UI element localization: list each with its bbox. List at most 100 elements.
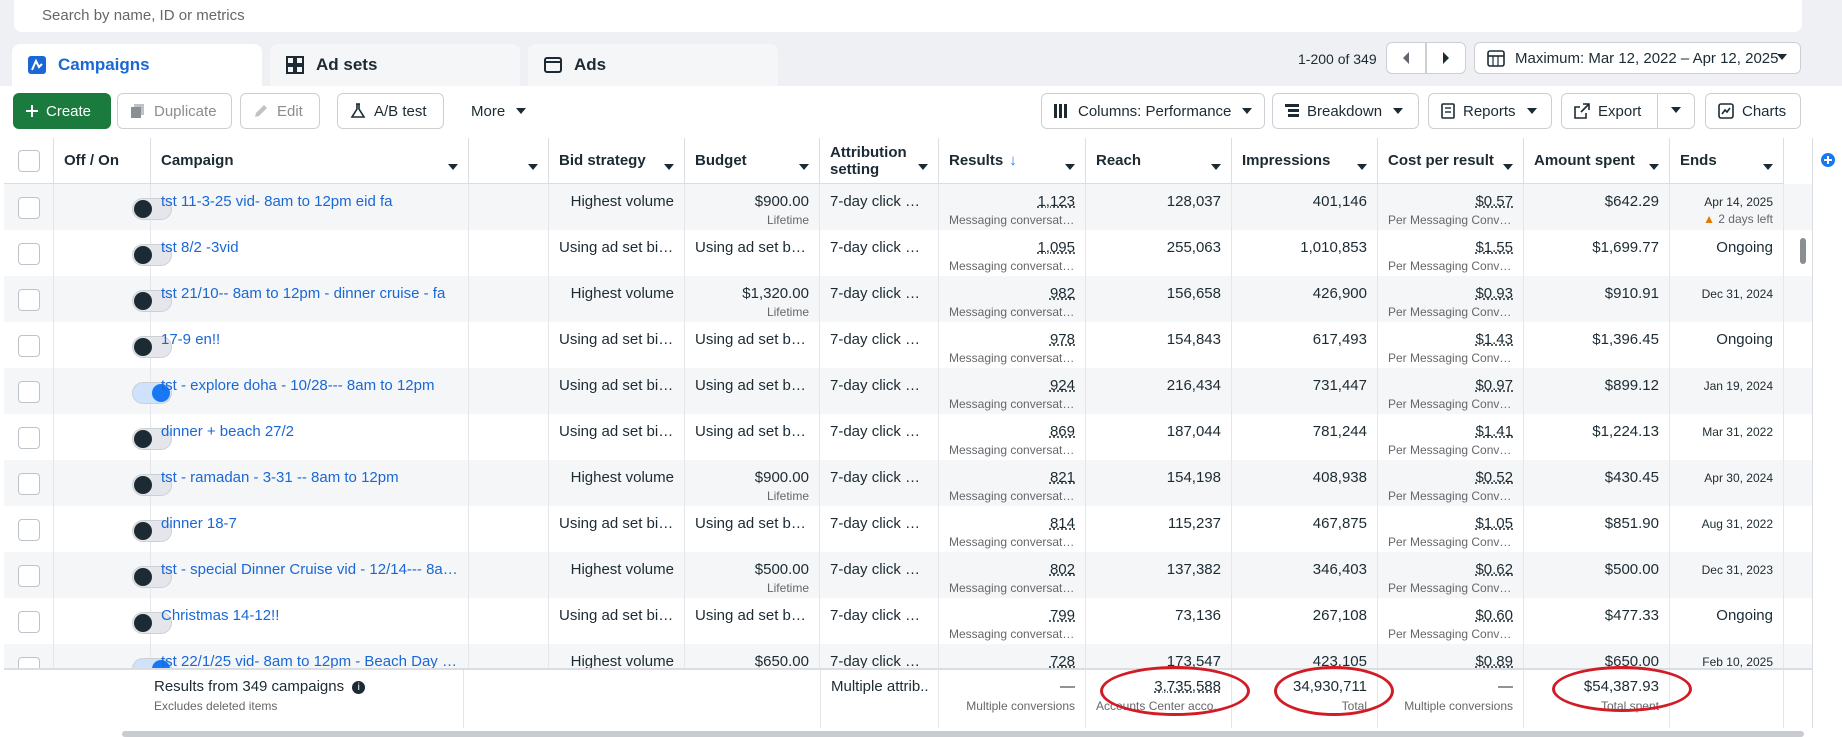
row-checkbox[interactable]: [18, 473, 40, 495]
table-row[interactable]: tst 21/10-- 8am to 12pm - dinner cruise …: [4, 276, 1812, 322]
campaign-name-link[interactable]: tst - explore doha - 10/28--- 8am to 12p…: [161, 377, 458, 394]
more-button[interactable]: More: [458, 93, 536, 129]
column-header-results[interactable]: Results ↓: [939, 138, 1086, 184]
column-header-impressions[interactable]: Impressions: [1232, 138, 1378, 184]
search-input[interactable]: Search by name, ID or metrics: [14, 0, 1802, 32]
table-row[interactable]: tst - special Dinner Cruise vid - 12/14-…: [4, 552, 1812, 598]
results-value[interactable]: 821: [949, 469, 1075, 486]
row-checkbox[interactable]: [18, 197, 40, 219]
row-checkbox[interactable]: [18, 611, 40, 633]
results-value[interactable]: 1,095: [949, 239, 1075, 256]
row-checkbox[interactable]: [18, 243, 40, 265]
campaign-name-link[interactable]: tst 8/2 -3vid: [161, 239, 458, 256]
results-value[interactable]: 924: [949, 377, 1075, 394]
cost-per-result-value[interactable]: $1.41: [1388, 423, 1513, 440]
column-header-attribution[interactable]: Attribution setting: [820, 138, 939, 184]
results-value[interactable]: 728: [949, 653, 1075, 668]
sort-caret-icon[interactable]: [528, 158, 538, 175]
results-value[interactable]: 814: [949, 515, 1075, 532]
table-row[interactable]: tst - ramadan - 3-31 -- 8am to 12pm Highe…: [4, 460, 1812, 506]
select-all-checkbox[interactable]: [18, 150, 40, 172]
prev-page-button[interactable]: [1386, 42, 1426, 74]
results-value[interactable]: 982: [949, 285, 1075, 302]
columns-button[interactable]: Columns: Performance: [1041, 93, 1265, 129]
table-row[interactable]: dinner + beach 27/2 Using ad set bid ... U…: [4, 414, 1812, 460]
cost-per-result-value[interactable]: $0.93: [1388, 285, 1513, 302]
next-page-button[interactable]: [1426, 42, 1466, 74]
column-header-bid-strategy[interactable]: Bid strategy: [549, 138, 685, 184]
column-header-campaign[interactable]: Campaign: [151, 138, 469, 184]
column-header-reach[interactable]: Reach: [1086, 138, 1232, 184]
sort-caret-icon[interactable]: [1065, 158, 1075, 175]
duplicate-button[interactable]: Duplicate: [117, 93, 232, 129]
column-header-amount-spent[interactable]: Amount spent: [1524, 138, 1670, 184]
results-value[interactable]: 1,123: [949, 193, 1075, 210]
results-value[interactable]: 978: [949, 331, 1075, 348]
export-button[interactable]: Export: [1561, 93, 1658, 129]
campaign-name-link[interactable]: tst - ramadan - 3-31 -- 8am to 12pm: [161, 469, 458, 486]
reports-button[interactable]: Reports: [1428, 93, 1552, 129]
table-row[interactable]: tst 8/2 -3vid Using ad set bid ... Using a…: [4, 230, 1812, 276]
cost-per-result-value[interactable]: $1.05: [1388, 515, 1513, 532]
row-checkbox[interactable]: [18, 519, 40, 541]
sort-caret-icon[interactable]: [1211, 158, 1221, 175]
column-header-cost-per-result[interactable]: Cost per result: [1378, 138, 1524, 184]
table-row[interactable]: tst - explore doha - 10/28--- 8am to 12p…: [4, 368, 1812, 414]
charts-button[interactable]: Charts: [1705, 93, 1801, 129]
sort-caret-icon[interactable]: [799, 158, 809, 175]
cost-per-result-value[interactable]: $0.60: [1388, 607, 1513, 624]
sort-caret-icon[interactable]: [448, 158, 458, 175]
ab-test-button[interactable]: A/B test: [337, 93, 444, 129]
row-checkbox[interactable]: [18, 335, 40, 357]
cost-per-result-value[interactable]: $0.52: [1388, 469, 1513, 486]
row-checkbox[interactable]: [18, 381, 40, 403]
column-header-check[interactable]: [4, 138, 54, 184]
results-value[interactable]: 802: [949, 561, 1075, 578]
export-dropdown-button[interactable]: [1657, 93, 1695, 129]
results-value[interactable]: 869: [949, 423, 1075, 440]
date-range-picker[interactable]: Maximum: Mar 12, 2022 – Apr 12, 2025: [1474, 42, 1801, 74]
table-row[interactable]: 17-9 en!! Using ad set bid ... Using ad se…: [4, 322, 1812, 368]
sort-caret-icon[interactable]: [664, 158, 674, 175]
campaign-name-link[interactable]: 17-9 en!!: [161, 331, 458, 348]
table-row[interactable]: dinner 18-7 Using ad set bid ... Using ad …: [4, 506, 1812, 552]
tab-campaigns[interactable]: Campaigns: [12, 44, 262, 86]
campaign-name-link[interactable]: tst 22/1/25 vid- 8am to 12pm - Beach Day…: [161, 653, 458, 668]
sort-caret-icon[interactable]: [1763, 158, 1773, 175]
row-checkbox[interactable]: [18, 427, 40, 449]
sort-caret-icon[interactable]: [918, 158, 928, 175]
results-value[interactable]: 799: [949, 607, 1075, 624]
sort-caret-icon[interactable]: [1649, 158, 1659, 175]
row-checkbox[interactable]: [18, 657, 40, 668]
sort-caret-icon[interactable]: [1357, 158, 1367, 175]
column-header-ends[interactable]: Ends: [1670, 138, 1784, 184]
tab-ads[interactable]: Ads: [528, 44, 778, 86]
column-header-off-on[interactable]: Off / On: [54, 138, 151, 184]
table-row[interactable]: tst 11-3-25 vid- 8am to 12pm eid fa Highe…: [4, 184, 1812, 230]
campaign-name-link[interactable]: Christmas 14-12!!: [161, 607, 458, 624]
campaign-name-link[interactable]: tst - special Dinner Cruise vid - 12/14-…: [161, 561, 458, 578]
add-column-icon[interactable]: [1821, 153, 1835, 167]
horizontal-scrollbar[interactable]: [122, 731, 1804, 737]
breakdown-button[interactable]: Breakdown: [1272, 93, 1419, 129]
cost-per-result-value[interactable]: $0.97: [1388, 377, 1513, 394]
cost-per-result-value[interactable]: $0.57: [1388, 193, 1513, 210]
campaign-name-link[interactable]: tst 21/10-- 8am to 12pm - dinner cruise …: [161, 285, 458, 302]
vertical-scrollbar[interactable]: [1800, 238, 1806, 264]
row-checkbox[interactable]: [18, 289, 40, 311]
row-checkbox[interactable]: [18, 565, 40, 587]
cost-per-result-value[interactable]: $0.89: [1388, 653, 1513, 668]
campaign-name-link[interactable]: tst 11-3-25 vid- 8am to 12pm eid fa: [161, 193, 458, 210]
cost-per-result-value[interactable]: $0.62: [1388, 561, 1513, 578]
sort-arrow-down-icon[interactable]: ↓: [1009, 152, 1017, 169]
table-row[interactable]: tst 22/1/25 vid- 8am to 12pm - Beach Day…: [4, 644, 1812, 668]
tab-ad-sets[interactable]: Ad sets: [270, 44, 520, 86]
campaign-name-link[interactable]: dinner + beach 27/2: [161, 423, 458, 440]
edit-button[interactable]: Edit: [240, 93, 320, 129]
campaign-name-link[interactable]: dinner 18-7: [161, 515, 458, 532]
info-icon[interactable]: i: [352, 680, 366, 694]
column-header-budget[interactable]: Budget: [685, 138, 820, 184]
table-row[interactable]: Christmas 14-12!! Using ad set bid ... Usi…: [4, 598, 1812, 644]
cost-per-result-value[interactable]: $1.43: [1388, 331, 1513, 348]
create-button[interactable]: Create: [13, 93, 111, 129]
